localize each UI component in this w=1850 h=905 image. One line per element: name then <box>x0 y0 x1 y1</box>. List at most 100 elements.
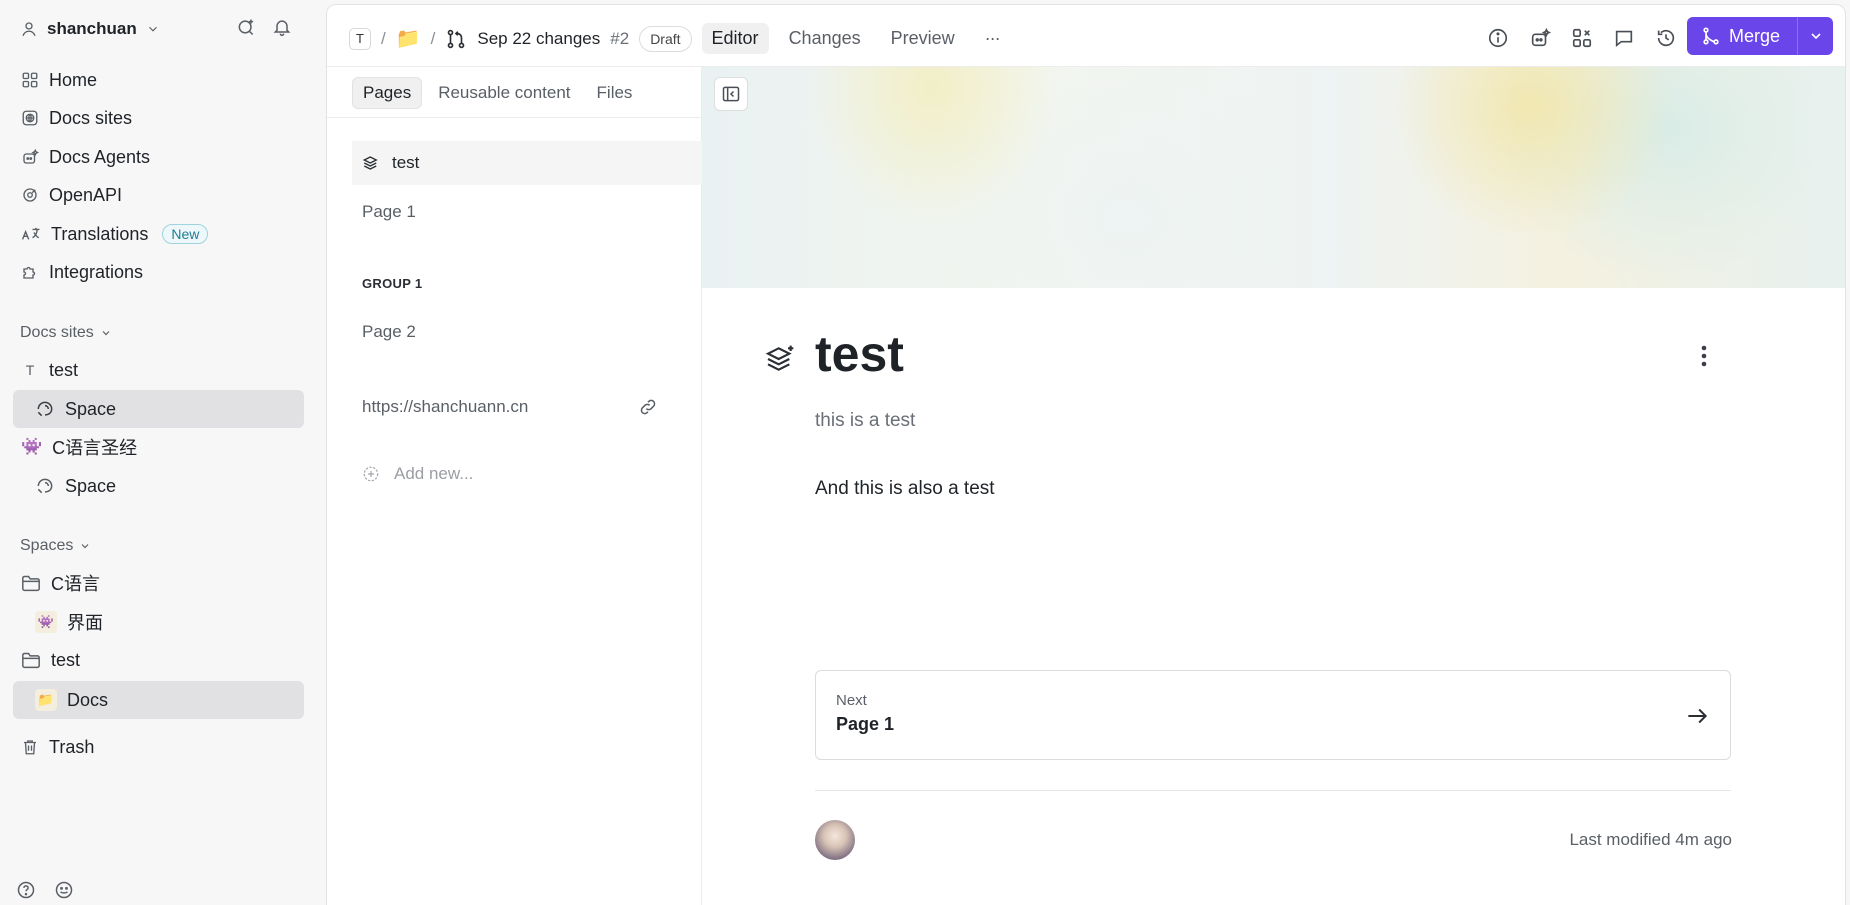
folder-emoji-icon[interactable]: 📁 <box>396 26 421 51</box>
add-new-label: Add new... <box>394 464 474 483</box>
folder-icon <box>21 574 41 592</box>
chevron-down-icon <box>79 540 91 552</box>
layers-sparkle-icon[interactable] <box>764 343 796 375</box>
info-icon[interactable] <box>1487 27 1509 49</box>
help-icon[interactable] <box>16 880 36 900</box>
user-icon <box>20 20 38 38</box>
docs-site-label: Space <box>65 398 117 419</box>
nav-label: Home <box>49 69 98 90</box>
kebab-menu-icon[interactable] <box>1701 345 1707 367</box>
space-c-language[interactable]: C语言 <box>13 564 304 602</box>
grid-icon <box>21 71 39 89</box>
page-title[interactable]: test <box>815 325 904 383</box>
docs-sites-section-toggle[interactable]: Docs sites <box>20 321 112 345</box>
agent-icon[interactable] <box>1529 27 1551 49</box>
left-sidebar: shanchuan Home Docs sites Docs Agents Op… <box>0 0 326 905</box>
account-switcher[interactable]: shanchuan <box>20 16 160 42</box>
docs-site-c-bible[interactable]: 👾 C语言圣经 <box>13 428 304 466</box>
nav-label: Trash <box>49 736 95 757</box>
page-description[interactable]: this is a test <box>815 410 915 432</box>
site-letter-icon[interactable]: T <box>349 27 371 50</box>
chevron-down-icon <box>146 22 160 36</box>
tab-pages[interactable]: Pages <box>352 77 423 109</box>
tab-changes[interactable]: Changes <box>779 23 871 54</box>
tab-preview[interactable]: Preview <box>881 23 965 54</box>
merge-button[interactable]: Merge <box>1687 17 1797 55</box>
site-letter-icon: T <box>25 362 35 378</box>
history-icon[interactable] <box>1655 27 1677 49</box>
page-label: Page 2 <box>362 322 416 341</box>
more-menu-button[interactable]: ··· <box>975 23 1010 54</box>
editor-area: test this is a test And this is also a t… <box>702 67 1845 905</box>
nav-trash[interactable]: Trash <box>13 728 304 766</box>
nav-label: Docs Agents <box>49 146 151 167</box>
new-badge: New <box>162 224 209 244</box>
page-item-page-1[interactable]: Page 1 <box>352 190 702 234</box>
avatar[interactable] <box>815 820 855 860</box>
link-label: https://shanchuann.cn <box>362 397 529 416</box>
space-docs-selected[interactable]: 📁 Docs <box>13 681 304 719</box>
nav-openapi[interactable]: OpenAPI <box>13 176 304 214</box>
space-interface[interactable]: 👾 界面 <box>13 603 304 641</box>
smiley-icon[interactable] <box>54 880 74 900</box>
nav-integrations[interactable]: Integrations <box>13 253 304 291</box>
tab-reusable-content[interactable]: Reusable content <box>428 78 580 108</box>
branch-icon <box>445 28 467 50</box>
divider <box>815 790 1731 791</box>
bell-icon[interactable] <box>272 17 292 37</box>
docs-site-label: C语言圣经 <box>52 438 138 458</box>
folder-icon <box>21 651 41 669</box>
spaces-section-toggle[interactable]: Spaces <box>20 534 91 558</box>
space-icon <box>35 399 55 419</box>
merge-icon <box>1701 26 1721 46</box>
space-label: 界面 <box>67 613 103 633</box>
nav-label: Translations <box>51 223 149 244</box>
change-request-title[interactable]: Sep 22 changes <box>477 29 600 49</box>
trash-icon <box>21 738 39 756</box>
comment-icon[interactable] <box>1613 27 1635 49</box>
translate-icon <box>21 225 41 243</box>
top-bar: T / 📁 / Sep 22 changes #2 Draft Editor C… <box>327 5 1845 67</box>
docs-site-label: Space <box>65 475 117 496</box>
nav-docs-agents[interactable]: Docs Agents <box>13 138 304 176</box>
new-search-icon[interactable] <box>236 17 256 37</box>
space-label: C语言 <box>51 574 100 594</box>
tab-files[interactable]: Files <box>587 78 643 108</box>
collapse-panel-button[interactable] <box>714 77 748 111</box>
nav-home[interactable]: Home <box>13 61 304 99</box>
sidebar-footer <box>16 880 74 900</box>
docs-site-space[interactable]: Space <box>13 467 304 505</box>
docs-site-label: test <box>49 359 79 380</box>
next-page-card[interactable]: Next Page 1 <box>815 670 1731 760</box>
page-label: test <box>392 153 420 172</box>
docs-site-space-selected[interactable]: Space <box>13 390 304 428</box>
link-icon[interactable] <box>638 397 658 417</box>
add-new-button[interactable]: Add new... <box>352 452 702 496</box>
page-item-page-2[interactable]: Page 2 <box>352 310 702 354</box>
grid-close-icon[interactable] <box>1571 27 1593 49</box>
status-badge: Draft <box>639 25 692 52</box>
tab-editor[interactable]: Editor <box>701 23 769 54</box>
space-label: Docs <box>67 689 109 710</box>
divider <box>327 117 702 118</box>
globe-icon <box>21 109 39 127</box>
cover-image[interactable] <box>702 67 1845 288</box>
next-label: Next <box>836 692 867 709</box>
change-request-number: #2 <box>610 28 630 48</box>
page-item-test[interactable]: test <box>352 141 702 185</box>
agent-icon <box>21 148 39 166</box>
page-item-link[interactable]: https://shanchuann.cn <box>352 385 702 429</box>
docs-site-test[interactable]: T test <box>13 351 304 389</box>
body-paragraph[interactable]: And this is also a test <box>815 478 995 500</box>
account-name: shanchuan <box>47 19 137 38</box>
nav-translations[interactable]: Translations New <box>13 215 304 253</box>
main-panel: T / 📁 / Sep 22 changes #2 Draft Editor C… <box>326 4 1846 905</box>
group-heading: GROUP 1 <box>362 276 423 291</box>
alien-emoji-icon: 👾 <box>21 437 43 456</box>
merge-dropdown-button[interactable] <box>1797 17 1833 55</box>
space-test[interactable]: test <box>13 641 304 679</box>
next-page-title: Page 1 <box>836 714 895 734</box>
toolbar-icons <box>1487 27 1677 49</box>
nav-docs-sites[interactable]: Docs sites <box>13 99 304 137</box>
add-circle-icon <box>362 465 380 483</box>
